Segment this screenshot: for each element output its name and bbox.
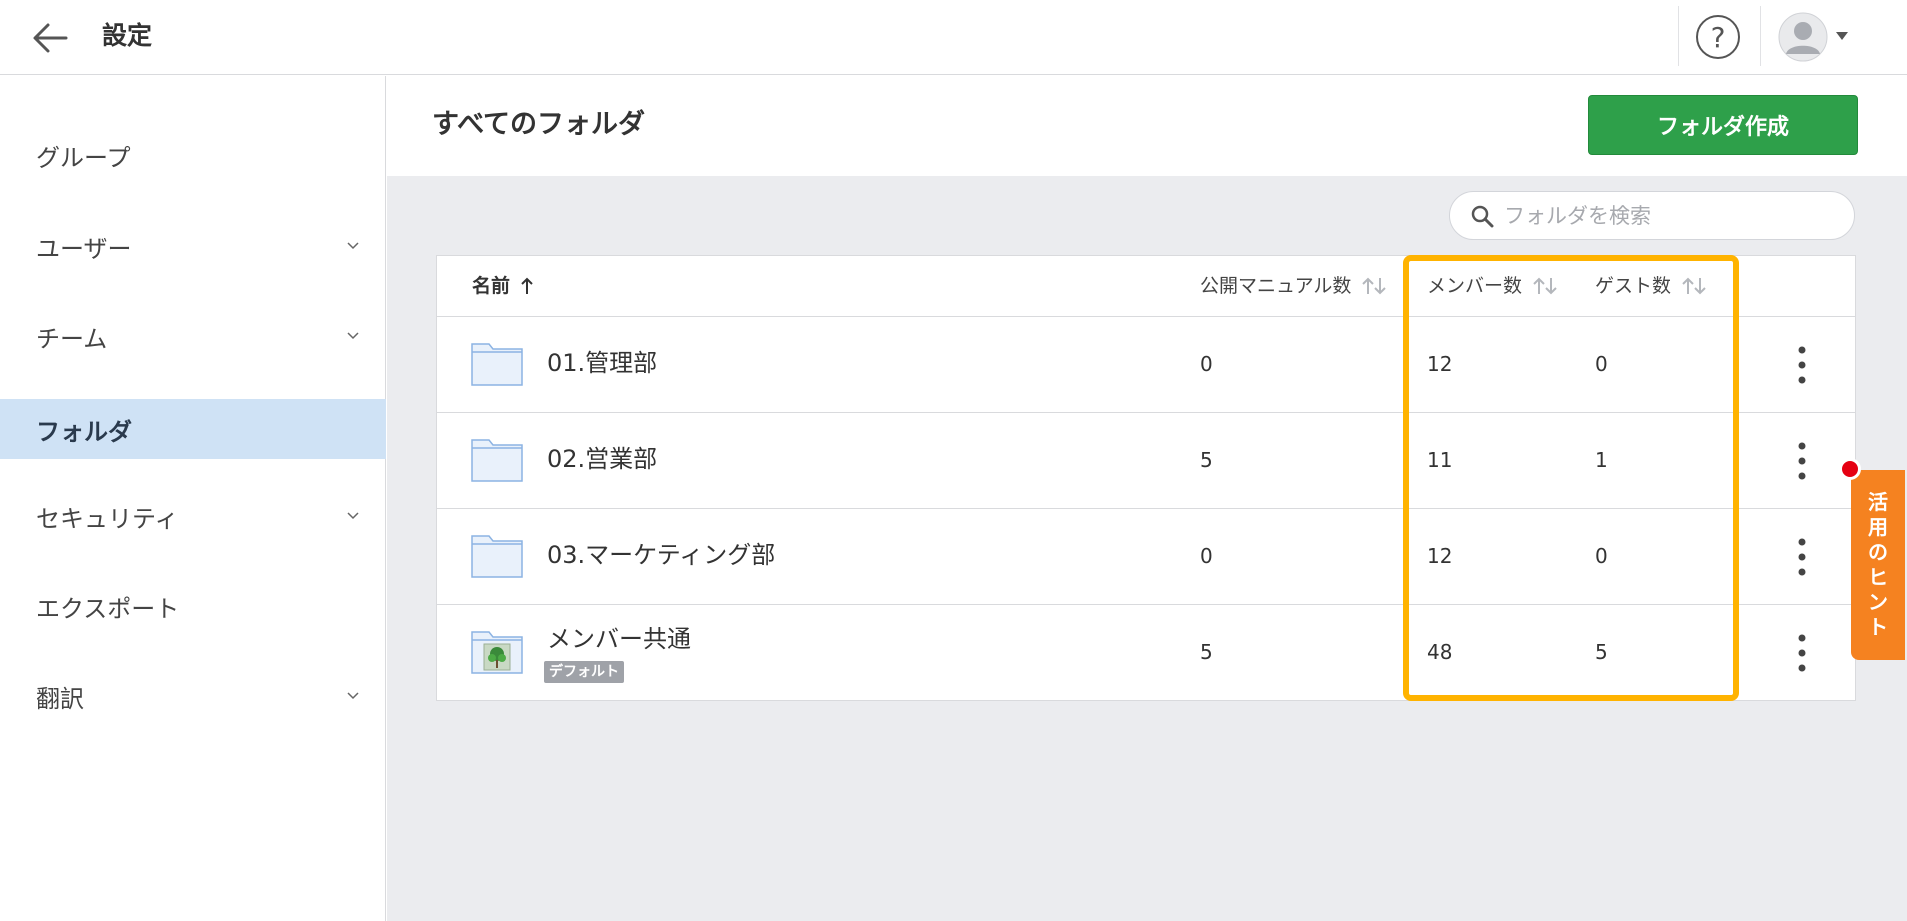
table-row[interactable]: メンバー共通 デフォルト 5 48 5 xyxy=(437,605,1855,701)
hint-char: ン xyxy=(1868,590,1888,614)
table-header: 名前 公開マニュアル数 メンバー数 ゲスト数 xyxy=(437,256,1855,317)
chevron-down-icon xyxy=(347,512,359,520)
search-input[interactable] xyxy=(1504,203,1834,228)
chevron-down-icon xyxy=(1836,32,1848,40)
guest-count: 5 xyxy=(1595,640,1608,664)
sidebar-item-label: 翻訳 xyxy=(36,684,84,713)
folder-name[interactable]: 01.管理部 xyxy=(547,347,657,379)
column-header-members[interactable]: メンバー数 xyxy=(1427,274,1558,298)
section-title: すべてのフォルダ xyxy=(432,109,646,140)
chevron-down-icon xyxy=(347,332,359,340)
main-content: すべてのフォルダ フォルダ作成 名前 公開マニュアル数 メンバ xyxy=(387,76,1907,921)
folders-table: 名前 公開マニュアル数 メンバー数 ゲスト数 01.管理部 0 12 0 02.… xyxy=(436,255,1856,701)
sort-ascending-icon xyxy=(521,277,533,294)
sidebar-item-folders[interactable]: フォルダ xyxy=(0,399,386,459)
sidebar-item-label: チーム xyxy=(36,324,108,353)
folder-icon xyxy=(471,439,523,482)
member-count: 12 xyxy=(1427,352,1453,376)
manual-count: 0 xyxy=(1200,352,1213,376)
usage-hints-tab[interactable]: 活 用 の ヒ ン ト xyxy=(1851,470,1905,660)
table-row[interactable]: 02.営業部 5 11 1 xyxy=(437,413,1855,509)
member-count: 48 xyxy=(1427,640,1453,664)
default-badge: デフォルト xyxy=(544,661,624,683)
sidebar: グループ ユーザー チーム フォルダ セキュリティ エクスポート 翻訳 xyxy=(0,76,386,921)
column-header-guests[interactable]: ゲスト数 xyxy=(1595,274,1707,298)
folder-name[interactable]: 03.マーケティング部 xyxy=(547,539,775,571)
sort-icon xyxy=(1682,277,1706,295)
notification-dot xyxy=(1839,458,1861,480)
svg-text:?: ? xyxy=(1711,21,1726,54)
divider xyxy=(1678,6,1679,66)
page-title: 設定 xyxy=(102,21,153,50)
table-row[interactable]: 03.マーケティング部 0 12 0 xyxy=(437,509,1855,605)
sidebar-item-translation[interactable]: 翻訳 xyxy=(0,666,386,726)
kebab-menu-icon[interactable] xyxy=(1792,439,1812,483)
chevron-down-icon xyxy=(347,242,359,250)
hint-char: ヒ xyxy=(1868,565,1888,589)
sidebar-item-security[interactable]: セキュリティ xyxy=(0,486,386,546)
guest-count: 1 xyxy=(1595,448,1608,472)
search-field[interactable] xyxy=(1449,191,1855,240)
sidebar-item-teams[interactable]: チーム xyxy=(0,306,386,366)
folder-name[interactable]: 02.営業部 xyxy=(547,443,657,475)
sidebar-item-label: フォルダ xyxy=(36,417,132,446)
sidebar-item-groups[interactable]: グループ xyxy=(0,125,386,185)
folder-icon xyxy=(471,343,523,386)
guest-count: 0 xyxy=(1595,352,1608,376)
sort-icon xyxy=(1533,277,1557,295)
manual-count: 5 xyxy=(1200,640,1213,664)
guest-count: 0 xyxy=(1595,544,1608,568)
divider xyxy=(1760,6,1761,66)
sidebar-item-export[interactable]: エクスポート xyxy=(0,576,386,636)
folder-image-icon xyxy=(471,631,523,674)
sidebar-item-users[interactable]: ユーザー xyxy=(0,216,386,276)
column-header-manuals[interactable]: 公開マニュアル数 xyxy=(1200,274,1387,298)
folder-name[interactable]: メンバー共通 xyxy=(547,623,691,655)
member-count: 12 xyxy=(1427,544,1453,568)
member-count: 11 xyxy=(1427,448,1453,472)
help-icon[interactable]: ? xyxy=(1695,14,1741,60)
sort-icon xyxy=(1362,277,1387,295)
sidebar-item-label: セキュリティ xyxy=(36,504,179,533)
manual-count: 5 xyxy=(1200,448,1213,472)
folder-icon xyxy=(471,535,523,578)
sidebar-item-label: グループ xyxy=(36,143,131,172)
create-folder-button[interactable]: フォルダ作成 xyxy=(1588,95,1858,155)
hint-char: 用 xyxy=(1868,515,1888,539)
back-arrow-icon[interactable] xyxy=(30,18,70,58)
top-bar: 設定 ? xyxy=(0,0,1907,75)
sidebar-item-label: ユーザー xyxy=(36,234,132,263)
kebab-menu-icon[interactable] xyxy=(1792,343,1812,387)
hint-char: 活 xyxy=(1868,490,1888,514)
hint-char: の xyxy=(1868,540,1888,564)
kebab-menu-icon[interactable] xyxy=(1792,535,1812,579)
hint-char: ト xyxy=(1868,615,1888,639)
kebab-menu-icon[interactable] xyxy=(1792,631,1812,675)
manual-count: 0 xyxy=(1200,544,1213,568)
table-row[interactable]: 01.管理部 0 12 0 xyxy=(437,317,1855,413)
content-header: すべてのフォルダ フォルダ作成 xyxy=(387,76,1907,176)
column-header-name[interactable]: 名前 xyxy=(472,274,534,298)
sidebar-item-label: エクスポート xyxy=(36,594,180,623)
search-icon xyxy=(1471,205,1494,227)
avatar[interactable] xyxy=(1778,12,1848,62)
chevron-down-icon xyxy=(347,692,359,700)
